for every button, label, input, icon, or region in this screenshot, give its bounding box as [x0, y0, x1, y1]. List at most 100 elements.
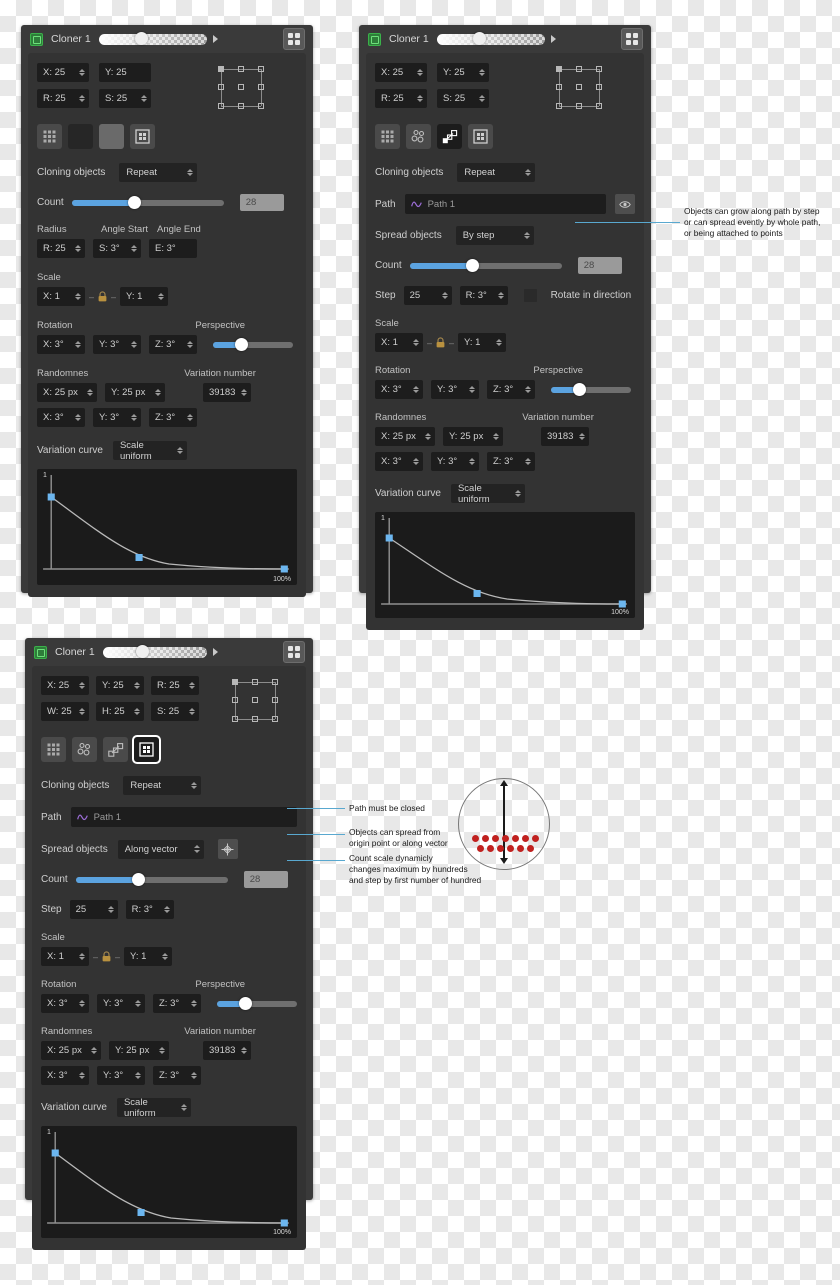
step-r-stepper[interactable] — [158, 905, 170, 914]
anchor-tc[interactable] — [576, 66, 582, 72]
x-stepper[interactable] — [411, 68, 423, 77]
perspective-slider[interactable] — [551, 382, 631, 396]
scale-y-stepper[interactable] — [156, 952, 169, 961]
scale-x-field[interactable]: X: 1 — [41, 947, 89, 966]
random-x-stepper[interactable] — [407, 457, 419, 466]
count-value-box[interactable]: 28 — [239, 194, 284, 211]
rotation-y-field[interactable]: Y: 3° — [93, 335, 141, 354]
variation-number-field[interactable]: 39183 — [203, 1041, 251, 1060]
variation-curve-graph[interactable]: 1 100% — [375, 512, 635, 618]
opacity-slider[interactable] — [436, 32, 556, 45]
r-field[interactable]: R: 25 — [37, 89, 89, 108]
mode-grid-button[interactable] — [41, 737, 66, 762]
perspective-knob[interactable] — [235, 337, 248, 351]
anchor-bc[interactable] — [238, 103, 244, 109]
anchor-tl[interactable] — [218, 66, 224, 72]
random-z-field[interactable]: Z: 3° — [149, 408, 197, 427]
w-stepper[interactable] — [73, 707, 85, 716]
scale-y-stepper[interactable] — [152, 292, 165, 301]
angle-start-stepper[interactable] — [125, 244, 137, 253]
h-field[interactable]: H: 25 — [96, 702, 144, 721]
eye-icon[interactable] — [615, 194, 635, 214]
random-z-field[interactable]: Z: 3° — [153, 1066, 201, 1085]
rotation-z-stepper[interactable] — [519, 385, 531, 394]
s-stepper[interactable] — [183, 707, 195, 716]
count-slider[interactable] — [71, 195, 224, 209]
perspective-knob[interactable] — [239, 996, 252, 1010]
mode-radial-button[interactable] — [68, 124, 93, 149]
cloning-objects-select[interactable]: Repeat — [123, 776, 202, 795]
random-y-px-field[interactable]: Y: 25 px — [109, 1041, 169, 1060]
s-field[interactable]: S: 25 — [437, 89, 489, 108]
count-slider-knob[interactable] — [131, 872, 145, 886]
random-y-field[interactable]: Y: 3° — [93, 408, 141, 427]
variation-curve-select[interactable]: Scale uniform — [450, 483, 525, 505]
count-slider-knob[interactable] — [465, 258, 479, 272]
perspective-slider[interactable] — [213, 337, 293, 351]
r-stepper[interactable] — [73, 94, 85, 103]
spread-objects-select[interactable]: Along vector — [117, 839, 204, 859]
anchor-ml[interactable] — [232, 697, 238, 703]
r-stepper[interactable] — [183, 681, 195, 690]
opacity-slider[interactable] — [102, 645, 218, 658]
random-x-px-stepper[interactable] — [81, 388, 93, 397]
angle-end-field[interactable]: E: 3° — [149, 239, 197, 258]
anchor-point-widget[interactable] — [231, 678, 279, 724]
random-z-stepper[interactable] — [519, 457, 531, 466]
r-field[interactable]: R: 25 — [151, 676, 199, 695]
random-x-field[interactable]: X: 3° — [37, 408, 85, 427]
rotation-z-field[interactable]: Z: 3° — [149, 335, 197, 354]
anchor-tl[interactable] — [556, 66, 562, 72]
cloning-objects-select[interactable]: Repeat — [119, 163, 198, 182]
grid-2x2-icon[interactable] — [283, 641, 305, 663]
y-field[interactable]: Y: 25 — [96, 676, 144, 695]
anchor-tl[interactable] — [232, 679, 238, 685]
anchor-mr[interactable] — [272, 697, 278, 703]
anchor-mr[interactable] — [258, 84, 264, 90]
x-field[interactable]: X: 25 — [375, 63, 427, 82]
s-stepper[interactable] — [135, 94, 147, 103]
spread-objects-select[interactable]: By step — [455, 226, 534, 245]
rotate-in-direction-checkbox[interactable] — [523, 289, 537, 302]
random-y-px-field[interactable]: Y: 25 px — [105, 383, 165, 402]
perspective-knob[interactable] — [573, 382, 586, 396]
r-field[interactable]: R: 25 — [375, 89, 427, 108]
rotation-x-field[interactable]: X: 3° — [41, 994, 89, 1013]
variation-curve-graph[interactable]: 1 100% — [41, 1126, 297, 1238]
mode-radial-button[interactable] — [72, 737, 97, 762]
s-field[interactable]: S: 25 — [99, 89, 151, 108]
anchor-tc[interactable] — [252, 679, 258, 685]
mode-object-button[interactable] — [130, 124, 155, 149]
variation-curve-graph[interactable]: 1 100% — [37, 469, 297, 585]
lock-icon[interactable] — [436, 337, 445, 348]
rotation-x-field[interactable]: X: 3° — [375, 380, 423, 399]
random-x-stepper[interactable] — [69, 413, 81, 422]
random-x-px-stepper[interactable] — [85, 1046, 97, 1055]
scale-y-field[interactable]: Y: 1 — [124, 947, 173, 966]
x-stepper[interactable] — [73, 681, 85, 690]
rotation-x-field[interactable]: X: 3° — [37, 335, 85, 354]
y-field[interactable]: Y: 25 — [99, 63, 151, 82]
variation-number-stepper[interactable] — [235, 388, 248, 397]
anchor-mc[interactable] — [252, 697, 258, 703]
rotation-y-stepper[interactable] — [129, 999, 141, 1008]
rotation-x-stepper[interactable] — [407, 385, 419, 394]
perspective-slider[interactable] — [217, 996, 297, 1010]
anchor-bc[interactable] — [252, 716, 258, 722]
count-value-box[interactable]: 28 — [577, 257, 622, 274]
s-stepper[interactable] — [473, 94, 485, 103]
random-y-px-stepper[interactable] — [149, 388, 161, 397]
grid-2x2-icon[interactable] — [283, 28, 305, 50]
rotation-z-stepper[interactable] — [181, 340, 193, 349]
variation-curve-select[interactable]: Scale uniform — [112, 440, 187, 462]
rotation-x-stepper[interactable] — [73, 999, 85, 1008]
random-x-field[interactable]: X: 3° — [41, 1066, 89, 1085]
radius-field[interactable]: R: 25 — [37, 239, 85, 258]
random-y-px-stepper[interactable] — [153, 1046, 165, 1055]
anchor-br[interactable] — [272, 716, 278, 722]
count-slider[interactable] — [409, 258, 562, 272]
variation-number-field[interactable]: 39183 — [541, 427, 589, 446]
random-x-stepper[interactable] — [73, 1071, 85, 1080]
count-value-box[interactable]: 28 — [243, 871, 288, 888]
rotation-z-field[interactable]: Z: 3° — [487, 380, 535, 399]
